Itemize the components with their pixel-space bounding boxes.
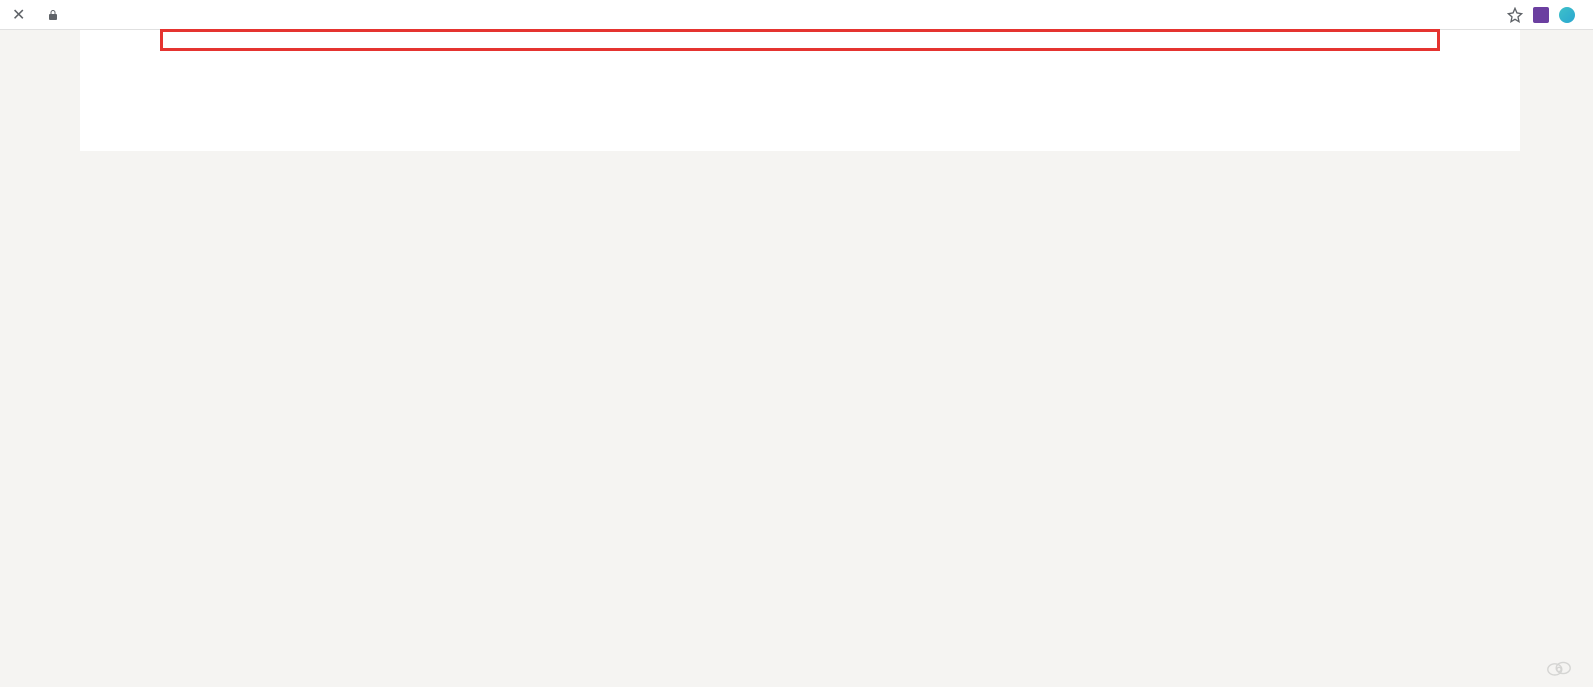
- lock-icon: [47, 9, 59, 21]
- close-icon[interactable]: ✕: [8, 5, 37, 25]
- browser-address-bar: ✕: [0, 0, 1593, 30]
- bookmark-star-icon[interactable]: [1507, 7, 1523, 23]
- watermark: [1545, 659, 1579, 677]
- page-content: [80, 30, 1520, 151]
- extension-icon-purple[interactable]: [1533, 7, 1549, 23]
- extension-icon-teal[interactable]: [1559, 7, 1575, 23]
- highlighted-download-box: [160, 29, 1440, 51]
- browser-extension-tray: [1507, 7, 1585, 23]
